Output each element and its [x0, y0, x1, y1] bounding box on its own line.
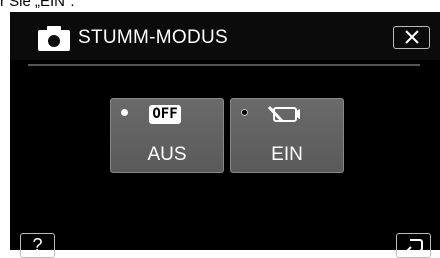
off-icon: OFF [149, 105, 181, 124]
option-label: EIN [271, 144, 303, 165]
close-button[interactable] [393, 26, 430, 49]
header-divider [28, 64, 420, 66]
camera-screen: STUMM-MODUS OFF AUS EIN [10, 12, 440, 250]
camera-icon [38, 26, 70, 51]
option-label: AUS [147, 144, 187, 165]
radio-indicator-selected [241, 109, 248, 116]
option-ein-button[interactable]: EIN [230, 98, 344, 173]
return-icon [405, 239, 423, 254]
help-button[interactable]: ? [20, 233, 55, 258]
instruction-caption: r Sie „EIN". [0, 0, 75, 10]
close-icon [405, 30, 419, 44]
radio-indicator [121, 109, 128, 116]
option-aus-button[interactable]: OFF AUS [110, 98, 224, 173]
page-title: STUMM-MODUS [78, 27, 229, 48]
title-bar: STUMM-MODUS [10, 12, 440, 60]
back-button[interactable] [396, 233, 431, 258]
silent-mode-icon [267, 105, 300, 123]
